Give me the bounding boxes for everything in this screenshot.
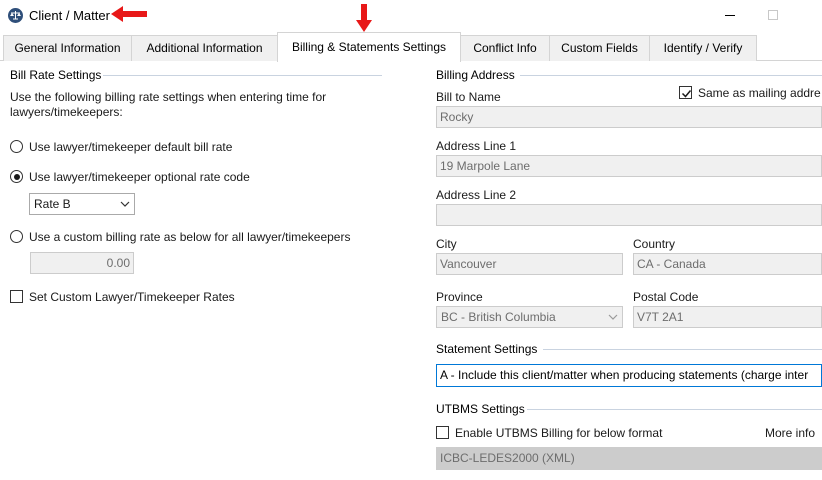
city-input[interactable]: Vancouver	[436, 253, 623, 275]
statement-settings-divider	[543, 349, 822, 350]
enable-utbms-label[interactable]: Enable UTBMS Billing for below format	[455, 426, 662, 440]
province-select[interactable]: BC - British Columbia	[436, 306, 623, 328]
rate-code-value: Rate B	[34, 197, 71, 211]
custom-rate-input[interactable]: 0.00	[30, 252, 134, 274]
annotation-arrow-down-icon	[356, 4, 372, 32]
tab-strip: General Information Additional Informati…	[0, 32, 822, 62]
tab-general-information[interactable]: General Information	[3, 35, 132, 61]
bill-rate-settings-title: Bill Rate Settings	[10, 68, 102, 82]
postal-code-input[interactable]: V7T 2A1	[633, 306, 822, 328]
chevron-down-icon	[120, 201, 130, 207]
same-as-mailing-checkbox[interactable]	[679, 86, 692, 99]
title-bar: Client / Matter	[0, 0, 822, 32]
custom-billing-rate-radio[interactable]	[10, 230, 23, 243]
billing-address-title: Billing Address	[436, 68, 515, 82]
statement-settings-title: Statement Settings	[436, 342, 538, 356]
billing-address-divider	[520, 75, 822, 76]
country-label: Country	[633, 237, 676, 251]
window-title: Client / Matter	[29, 8, 110, 23]
province-value: BC - British Columbia	[441, 310, 556, 324]
set-custom-rates-label[interactable]: Set Custom Lawyer/Timekeeper Rates	[29, 290, 235, 304]
maximize-button[interactable]	[768, 10, 778, 20]
tab-additional-information[interactable]: Additional Information	[131, 35, 278, 61]
enable-utbms-checkbox[interactable]	[436, 426, 449, 439]
tab-billing-statements-settings[interactable]: Billing & Statements Settings	[277, 32, 461, 62]
tab-identify-verify[interactable]: Identify / Verify	[649, 35, 757, 61]
scales-app-icon	[8, 8, 23, 23]
tab-conflict-info[interactable]: Conflict Info	[460, 35, 550, 61]
optional-rate-code-radio[interactable]	[10, 170, 23, 183]
default-bill-rate-radio[interactable]	[10, 140, 23, 153]
address-line2-label: Address Line 2	[436, 188, 517, 202]
bill-rate-description-line2: lawyers/timekeepers:	[10, 105, 123, 119]
minimize-button[interactable]	[725, 15, 735, 16]
utbms-settings-divider	[527, 409, 822, 410]
utbms-settings-title: UTBMS Settings	[436, 402, 525, 416]
bill-to-name-input[interactable]: Rocky	[436, 106, 822, 128]
bill-rate-description-line1: Use the following billing rate settings …	[10, 90, 327, 104]
statement-settings-select[interactable]: A - Include this client/matter when prod…	[436, 364, 822, 387]
custom-billing-rate-label[interactable]: Use a custom billing rate as below for a…	[29, 230, 350, 244]
rate-code-select[interactable]: Rate B	[29, 193, 135, 215]
same-as-mailing-label[interactable]: Same as mailing addre	[698, 86, 821, 100]
optional-rate-code-label[interactable]: Use lawyer/timekeeper optional rate code	[29, 170, 250, 184]
province-label: Province	[436, 290, 483, 304]
address-line1-input[interactable]: 19 Marpole Lane	[436, 155, 822, 177]
utbms-format-select[interactable]: ICBC-LEDES2000 (XML)	[436, 447, 822, 470]
postal-code-label: Postal Code	[633, 290, 699, 304]
address-line2-input[interactable]	[436, 204, 822, 226]
set-custom-rates-checkbox[interactable]	[10, 290, 23, 303]
annotation-arrow-left-icon	[111, 6, 147, 22]
country-input[interactable]: CA - Canada	[633, 253, 822, 275]
more-info-link[interactable]: More info	[765, 426, 815, 440]
bill-rate-settings-divider	[103, 75, 382, 76]
city-label: City	[436, 237, 457, 251]
default-bill-rate-label[interactable]: Use lawyer/timekeeper default bill rate	[29, 140, 232, 154]
tab-custom-fields[interactable]: Custom Fields	[549, 35, 650, 61]
address-line1-label: Address Line 1	[436, 139, 517, 153]
chevron-down-icon	[608, 314, 618, 320]
bill-to-name-label: Bill to Name	[436, 90, 501, 104]
checkmark-icon	[681, 90, 692, 98]
